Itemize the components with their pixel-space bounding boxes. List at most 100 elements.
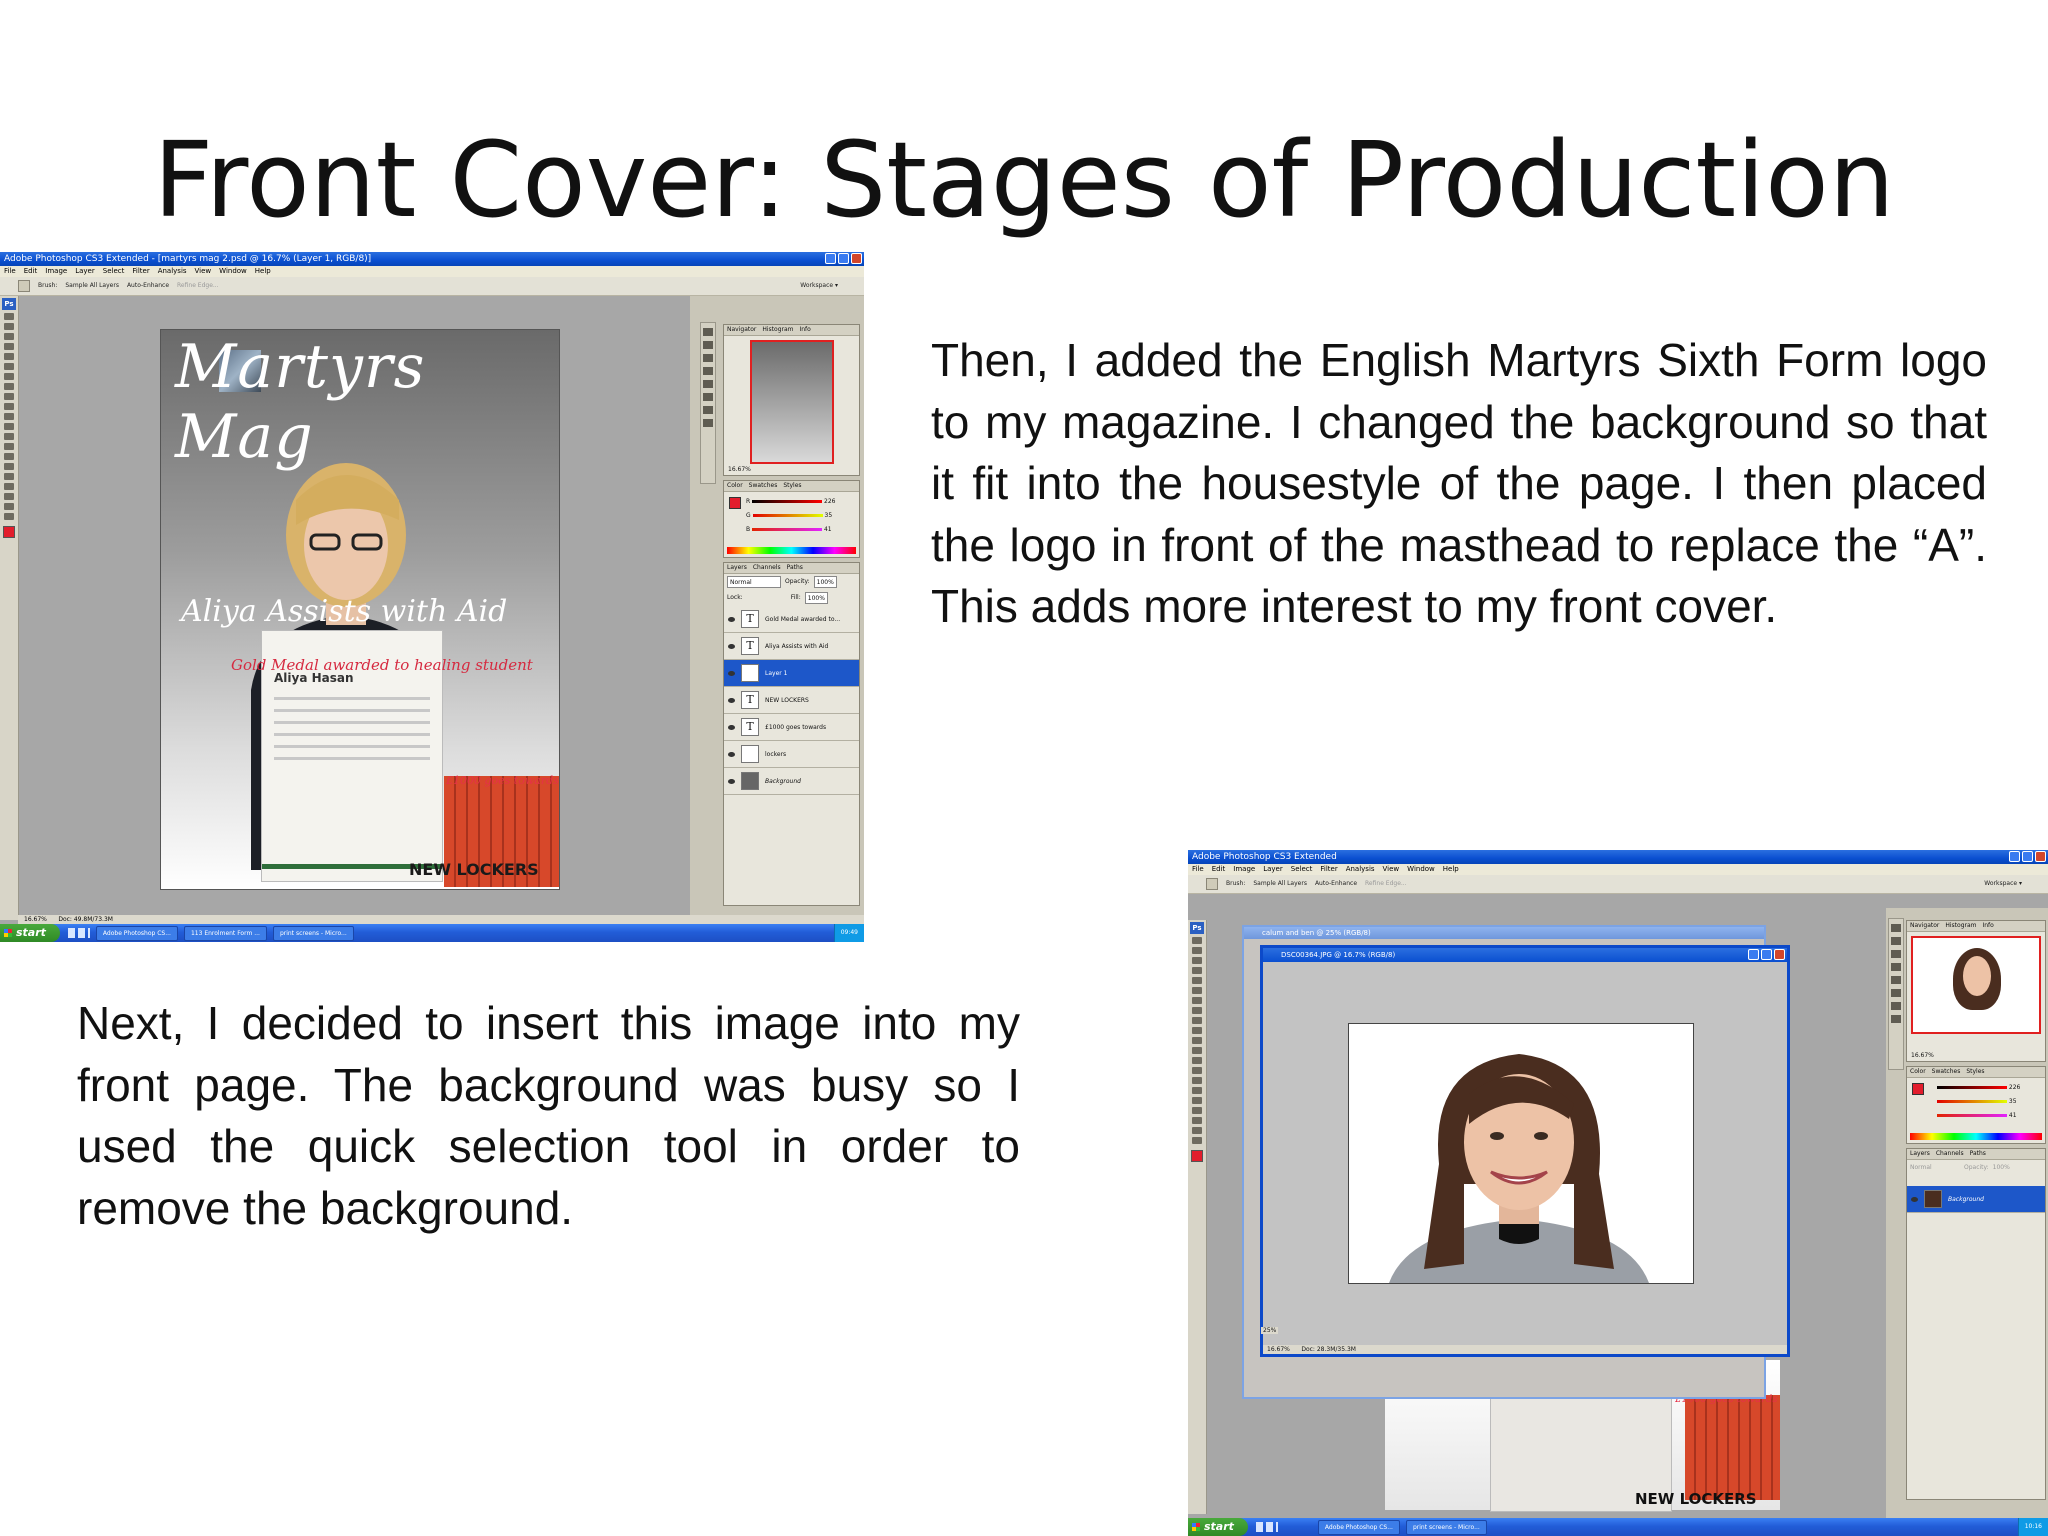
opacity-field[interactable]: 100% (1993, 1162, 2010, 1174)
tab-paths[interactable]: Paths (787, 563, 803, 573)
stamp-tool-icon[interactable] (4, 393, 14, 400)
color-swatch[interactable] (729, 497, 741, 509)
quick-select-tool-icon[interactable] (1192, 967, 1202, 974)
healing-tool-icon[interactable] (1192, 997, 1202, 1004)
magazine-cover-canvas[interactable]: Aliya Hasan Martyrs Mag Aliya Assists wi… (160, 329, 560, 890)
menu-image[interactable]: Image (1233, 864, 1255, 875)
menu-help[interactable]: Help (255, 266, 271, 277)
hand-tool-icon[interactable] (1192, 1127, 1202, 1134)
status-zoom[interactable]: 16.67% (1267, 1346, 1290, 1353)
menu-view[interactable]: View (1383, 864, 1400, 875)
taskbar-item[interactable]: print screens - Micro... (1405, 1519, 1487, 1535)
navigator-zoom[interactable]: 16.67% (1911, 1052, 1934, 1059)
layer-row[interactable]: Background (724, 768, 859, 795)
pen-tool-icon[interactable] (4, 453, 14, 460)
red-value[interactable]: 226 (2009, 1084, 2020, 1091)
menu-view[interactable]: View (195, 266, 212, 277)
dodge-tool-icon[interactable] (4, 443, 14, 450)
tab-histogram[interactable]: Histogram (1945, 921, 1976, 931)
blue-value[interactable]: 41 (2009, 1112, 2017, 1119)
gradient-tool-icon[interactable] (1192, 1047, 1202, 1054)
stamp-tool-icon[interactable] (1192, 1017, 1202, 1024)
menu-help[interactable]: Help (1443, 864, 1459, 875)
green-value[interactable]: 35 (825, 512, 833, 519)
taskbar-item[interactable]: 113 Enrolment Form ... (183, 925, 267, 941)
minimize-icon[interactable] (2009, 851, 2020, 862)
eraser-tool-icon[interactable] (1192, 1037, 1202, 1044)
gradient-tool-icon[interactable] (4, 423, 14, 430)
layer-row[interactable]: T £1000 goes towards (724, 714, 859, 741)
notes-tool-icon[interactable] (4, 493, 14, 500)
refine-edge-button[interactable]: Refine Edge... (177, 277, 219, 295)
document-window-front[interactable]: DSC00364.JPG @ 16.7% (RGB/8) 25% 16.67% … (1260, 945, 1790, 1357)
menu-layer[interactable]: Layer (75, 266, 95, 277)
menu-window[interactable]: Window (219, 266, 247, 277)
move-tool-icon[interactable] (4, 313, 14, 320)
tab-histogram[interactable]: Histogram (762, 325, 793, 335)
menu-select[interactable]: Select (1291, 864, 1313, 875)
zoom-tool-icon[interactable] (1192, 1137, 1202, 1144)
lock-icon[interactable] (747, 592, 787, 604)
blur-tool-icon[interactable] (1192, 1057, 1202, 1064)
tab-swatches[interactable]: Swatches (1932, 1067, 1961, 1077)
blur-tool-icon[interactable] (4, 433, 14, 440)
menu-analysis[interactable]: Analysis (1346, 864, 1375, 875)
marquee-tool-icon[interactable] (1192, 947, 1202, 954)
path-select-icon[interactable] (1192, 1097, 1202, 1104)
foreground-color-swatch[interactable] (3, 526, 15, 538)
tab-info[interactable]: Info (1982, 921, 1993, 931)
layer-row[interactable]: T NEW LOCKERS (724, 687, 859, 714)
zoom-tool-icon[interactable] (4, 513, 14, 520)
close-icon[interactable] (851, 253, 862, 264)
red-value[interactable]: 226 (824, 498, 835, 505)
status-zoom[interactable]: 16.67% (24, 916, 47, 923)
layer-row[interactable]: lockers (724, 741, 859, 768)
eraser-tool-icon[interactable] (4, 413, 14, 420)
taskbar-item[interactable]: print screens - Micro... (272, 925, 354, 941)
close-icon[interactable] (2035, 851, 2046, 862)
quick-launch-icons[interactable] (67, 928, 90, 938)
brush-tool-icon[interactable] (1192, 1007, 1202, 1014)
taskbar-item[interactable]: Adobe Photoshop CS... (1317, 1519, 1400, 1535)
tab-channels[interactable]: Channels (1936, 1149, 1964, 1159)
menu-image[interactable]: Image (45, 266, 67, 277)
menu-layer[interactable]: Layer (1263, 864, 1283, 875)
move-tool-icon[interactable] (1192, 937, 1202, 944)
maximize-icon[interactable] (838, 253, 849, 264)
auto-enhance-checkbox[interactable]: Auto-Enhance (127, 277, 169, 295)
healing-tool-icon[interactable] (4, 373, 14, 380)
green-value[interactable]: 35 (2009, 1098, 2017, 1105)
layer-row-selected[interactable]: Layer 1 (724, 660, 859, 687)
sample-all-layers-checkbox[interactable]: Sample All Layers (65, 277, 119, 295)
navigator-zoom[interactable]: 16.67% (728, 466, 751, 473)
dodge-tool-icon[interactable] (1192, 1067, 1202, 1074)
layer-row-selected[interactable]: Background (1907, 1186, 2045, 1213)
lasso-tool-icon[interactable] (1192, 957, 1202, 964)
tab-channels[interactable]: Channels (753, 563, 781, 573)
doc-zoom-indicator[interactable]: 25% (1261, 1327, 1279, 1334)
type-tool-icon[interactable] (4, 463, 14, 470)
brush-tool-icon[interactable] (4, 383, 14, 390)
start-button[interactable]: start (1188, 1518, 1248, 1536)
minimize-icon[interactable] (1748, 949, 1759, 960)
path-select-icon[interactable] (4, 473, 14, 480)
menu-file[interactable]: File (1192, 864, 1204, 875)
workspace-button[interactable]: Workspace ▾ (1984, 875, 2022, 893)
navigator-preview[interactable] (749, 340, 834, 464)
workspace-button[interactable]: Workspace ▾ (800, 277, 838, 295)
opacity-field[interactable]: 100% (813, 576, 837, 588)
taskbar-item[interactable]: Adobe Photoshop CS... (95, 925, 178, 941)
sample-all-layers-checkbox[interactable]: Sample All Layers (1253, 875, 1307, 893)
blue-value[interactable]: 41 (824, 526, 832, 533)
menu-file[interactable]: File (4, 266, 16, 277)
quick-selection-tool-icon[interactable] (18, 280, 30, 292)
blend-mode-select[interactable]: Normal (727, 576, 781, 588)
navigator-preview[interactable] (1911, 936, 2041, 1034)
quick-selection-tool-icon[interactable] (1206, 878, 1218, 890)
history-brush-icon[interactable] (1192, 1027, 1202, 1034)
menu-window[interactable]: Window (1407, 864, 1435, 875)
crop-tool-icon[interactable] (4, 353, 14, 360)
blend-mode-select[interactable]: Normal (1910, 1162, 1960, 1174)
hand-tool-icon[interactable] (4, 503, 14, 510)
layer-row[interactable]: T Aliya Assists with Aid (724, 633, 859, 660)
